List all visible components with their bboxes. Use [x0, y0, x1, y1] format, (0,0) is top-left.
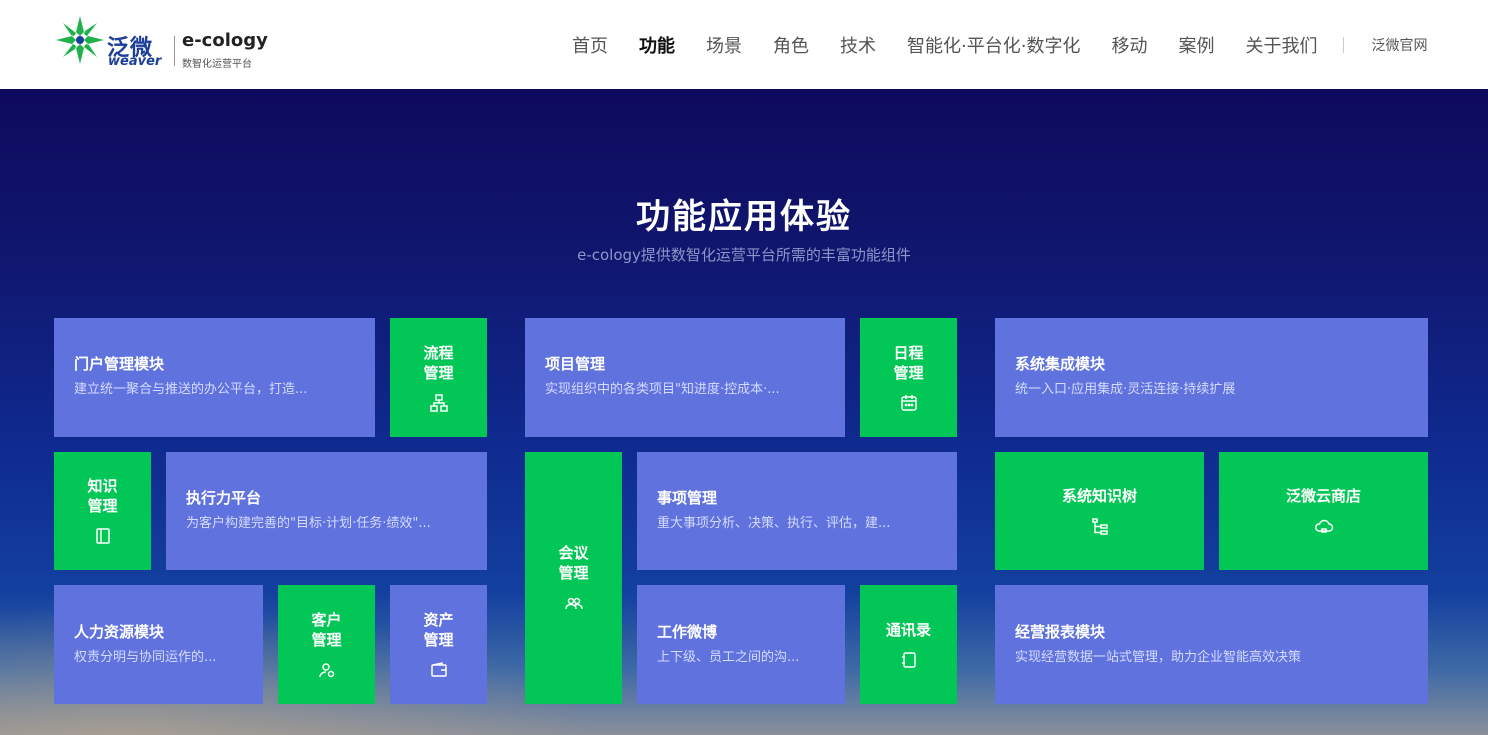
tile-asset[interactable]: 资产 管理 — [390, 585, 487, 704]
tile-title: 人力资源模块 — [74, 623, 165, 641]
tile-label-2: 管理 — [87, 497, 118, 515]
weaver-star-icon — [56, 16, 104, 64]
hero-subtitle: e-cology提供数智化运营平台所需的丰富功能组件 — [577, 246, 911, 264]
tile-desc: 实现组织中的各类项目"知进度·控成本·... — [545, 382, 780, 397]
tile-desc: 权责分明与协同运作的... — [74, 650, 217, 665]
tile-label-1: 流程 — [423, 343, 454, 362]
product-tagline: 数智化运营平台 — [182, 59, 252, 70]
tile-desc: 统一入口·应用集成·灵活连接·持续扩展 — [1015, 382, 1236, 397]
tile-label-1: 客户 — [311, 610, 342, 629]
cloud-store-icon — [1314, 516, 1334, 536]
tile-desc: 实现经营数据一站式管理，助力企业智能高效决策 — [1015, 650, 1302, 665]
hero-title: 功能应用体验 — [636, 197, 852, 237]
nav-item-technology[interactable]: 技术 — [840, 32, 876, 58]
tile-integration[interactable]: 系统集成模块 统一入口·应用集成·灵活连接·持续扩展 — [995, 318, 1428, 437]
tile-execution[interactable]: 执行力平台 为客户构建完善的"目标·计划·任务·绩效"... — [166, 452, 487, 570]
official-site-link[interactable]: 泛微官网 — [1371, 35, 1427, 55]
site-header: 泛微 weaver e-cology 数智化运营平台 首页 功能 场景 角色 技… — [0, 0, 1488, 89]
nav-item-features[interactable]: 功能 — [639, 32, 675, 58]
tile-meeting[interactable]: 会议 管理 — [525, 452, 622, 704]
tile-label-2: 管理 — [423, 630, 454, 649]
tile-desc: 建立统一聚合与推送的办公平台，打造... — [74, 382, 308, 397]
tile-label-2: 管理 — [893, 363, 924, 382]
nav-item-home[interactable]: 首页 — [572, 32, 608, 58]
tile-label-2: 管理 — [423, 363, 454, 382]
tile-customer[interactable]: 客户 管理 — [278, 585, 375, 704]
calendar-icon — [899, 393, 919, 413]
product-name: e-cology — [182, 30, 268, 51]
tile-desc: 上下级、员工之间的沟... — [657, 650, 800, 665]
tile-label-2: 管理 — [311, 630, 342, 649]
tile-contacts[interactable]: 通讯录 — [860, 585, 957, 704]
tile-portal[interactable]: 门户管理模块 建立统一聚合与推送的办公平台，打造... — [54, 318, 375, 437]
tile-affairs[interactable]: 事项管理 重大事项分析、决策、执行、评估，建... — [637, 452, 957, 570]
nav-item-scenarios[interactable]: 场景 — [706, 32, 742, 58]
tile-label-1: 会议 — [558, 544, 589, 562]
tile-label: 泛微云商店 — [1285, 487, 1361, 505]
tile-label-1: 知识 — [87, 477, 118, 495]
tile-label: 通讯录 — [885, 620, 931, 639]
address-book-icon — [899, 650, 919, 670]
brand-en: weaver — [108, 54, 162, 69]
tile-desc: 为客户构建完善的"目标·计划·任务·绩效"... — [186, 516, 431, 531]
org-chart-icon — [429, 393, 449, 413]
nav-item-roles[interactable]: 角色 — [773, 32, 809, 58]
nav-item-intelligent[interactable]: 智能化·平台化·数字化 — [907, 32, 1080, 58]
tile-label-1: 资产 — [423, 610, 454, 629]
tile-schedule[interactable]: 日程 管理 — [860, 318, 957, 437]
tile-title: 系统集成模块 — [1015, 355, 1106, 373]
nav-item-about[interactable]: 关于我们 — [1245, 32, 1317, 58]
tile-label-1: 日程 — [893, 343, 924, 362]
logo-divider — [174, 36, 175, 66]
nav-divider — [1343, 36, 1345, 53]
tile-title: 工作微博 — [657, 623, 718, 641]
tile-title: 经营报表模块 — [1015, 623, 1106, 641]
tile-desc: 重大事项分析、决策、执行、评估，建... — [657, 516, 891, 531]
tile-hr[interactable]: 人力资源模块 权责分明与协同运作的... — [54, 585, 263, 704]
tree-icon — [1090, 516, 1110, 536]
tile-knowledge-tree[interactable]: 系统知识树 — [995, 452, 1204, 570]
main-nav: 首页 功能 场景 角色 技术 智能化·平台化·数字化 移动 案例 关于我们 泛微… — [572, 0, 1427, 89]
brand-logo[interactable]: 泛微 weaver e-cology 数智化运营平台 — [54, 14, 269, 72]
tile-label: 系统知识树 — [1061, 487, 1137, 505]
tile-title: 事项管理 — [657, 489, 718, 507]
tile-knowledge[interactable]: 知识 管理 — [54, 452, 151, 570]
tile-title: 项目管理 — [545, 355, 606, 373]
book-icon — [93, 526, 113, 546]
wallet-icon — [429, 660, 449, 680]
tile-title: 门户管理模块 — [74, 355, 165, 373]
people-icon — [564, 593, 584, 613]
tile-weibo[interactable]: 工作微博 上下级、员工之间的沟... — [637, 585, 845, 704]
tile-report[interactable]: 经营报表模块 实现经营数据一站式管理，助力企业智能高效决策 — [995, 585, 1428, 704]
tile-project[interactable]: 项目管理 实现组织中的各类项目"知进度·控成本·... — [525, 318, 845, 437]
nav-item-mobile[interactable]: 移动 — [1111, 32, 1147, 58]
customer-icon — [317, 660, 337, 680]
tile-cloud-store[interactable]: 泛微云商店 — [1219, 452, 1428, 570]
tile-workflow[interactable]: 流程 管理 — [390, 318, 487, 437]
tile-label-2: 管理 — [558, 564, 589, 582]
nav-item-cases[interactable]: 案例 — [1178, 32, 1214, 58]
tile-title: 执行力平台 — [186, 489, 262, 507]
